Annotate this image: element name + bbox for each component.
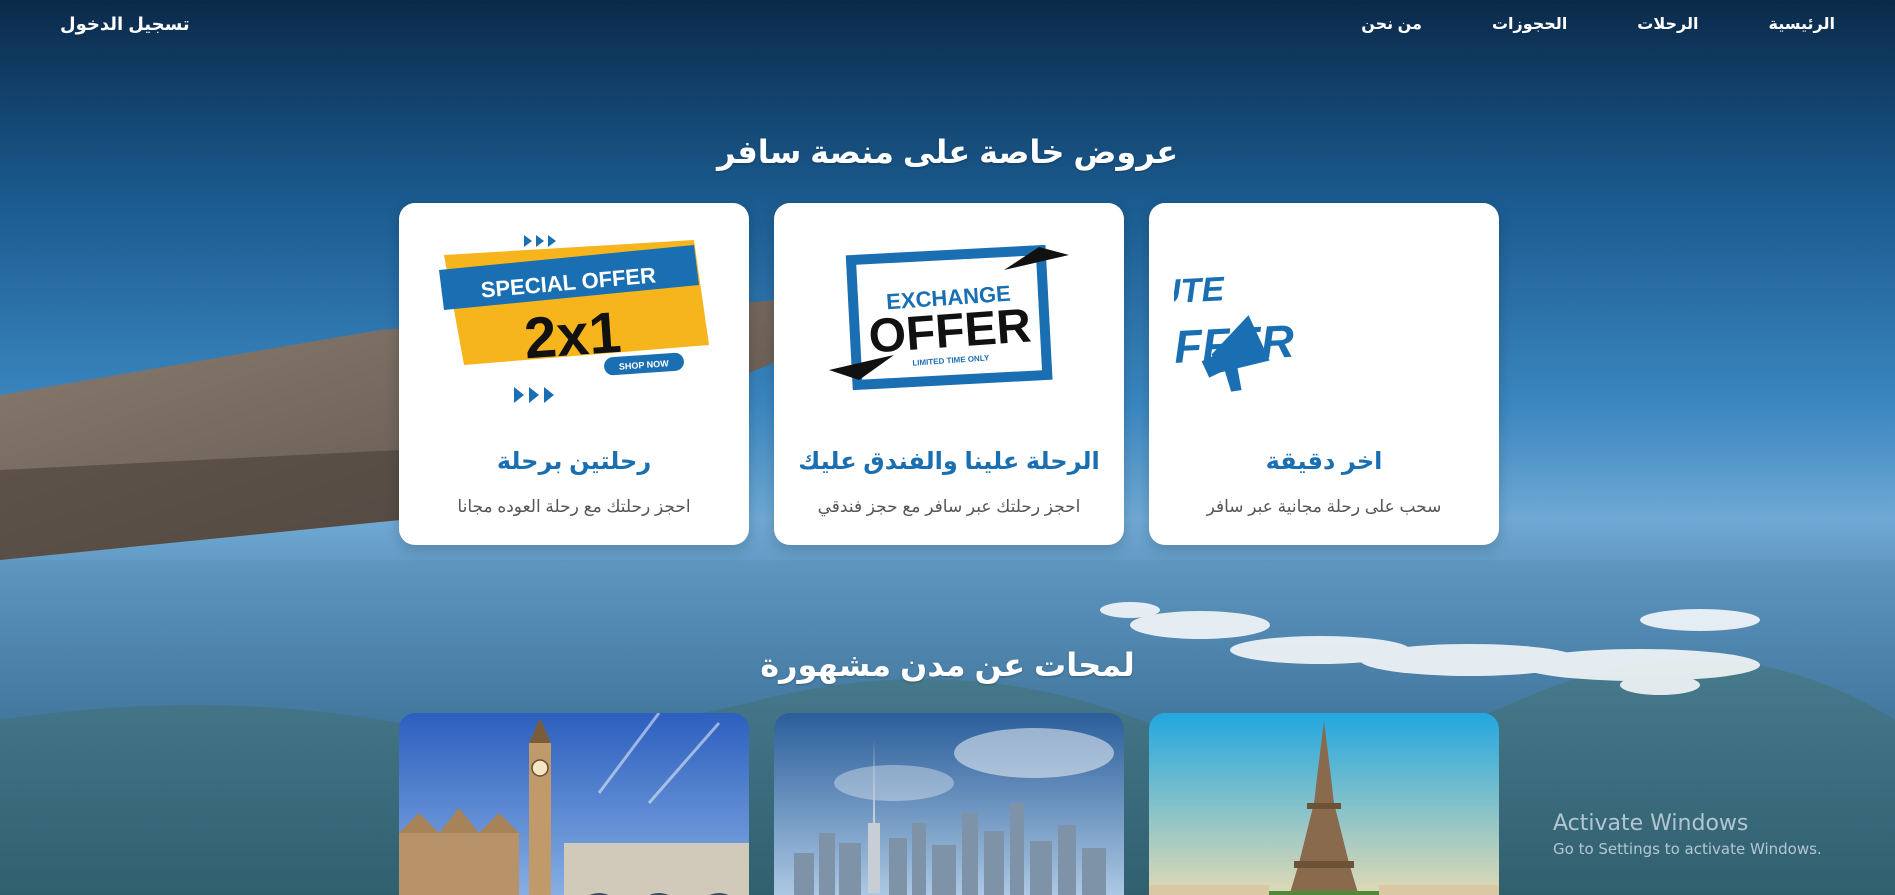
dubai-image [774, 713, 1124, 895]
main-nav: الرئيسية الرحلات الحجوزات من نحن [1361, 14, 1835, 34]
nav-about[interactable]: من نحن [1361, 14, 1422, 34]
cities-section-title: لمحات عن مدن مشهورة [760, 647, 1135, 683]
exchange-offer-image: EXCHANGE OFFER LIMITED TIME ONLY [799, 215, 1099, 415]
offer-card-title: رحلتين برحلة [496, 448, 652, 475]
windows-activation-watermark: Activate Windows Go to Settings to activ… [1553, 811, 1822, 858]
offer-card-exchange[interactable]: EXCHANGE OFFER LIMITED TIME ONLY الرحلة … [774, 203, 1124, 545]
last-minute-offer-image: LAST MINUTE OFFER [1149, 215, 1474, 415]
nav-trips[interactable]: الرحلات [1637, 14, 1698, 34]
city-card-dubai[interactable] [774, 713, 1124, 895]
offer-card-2x1[interactable]: SPECIAL OFFER 2x1 SHOP NOW رحلتين برحلة … [399, 203, 749, 545]
offer-card-title: الرحلة علينا والفندق عليك [798, 448, 1100, 475]
paris-image [1149, 713, 1499, 895]
watermark-subtitle: Go to Settings to activate Windows. [1553, 840, 1822, 858]
city-card-london[interactable] [399, 713, 749, 895]
site-header: الرئيسية الرحلات الحجوزات من نحن تسجيل ا… [0, 0, 1895, 52]
offer-card-description: احجز رحلتك مع رحلة العوده مجانا [457, 497, 691, 516]
watermark-title: Activate Windows [1553, 811, 1749, 836]
offer-card-last-minute[interactable]: LAST MINUTE OFFER اخر دقيقة سحب على رحلة… [1149, 203, 1499, 545]
login-link[interactable]: تسجيل الدخول [60, 14, 190, 35]
cities-section [399, 713, 1499, 895]
city-card-paris[interactable] [1149, 713, 1499, 895]
offer-text: OFFER [867, 299, 1033, 363]
offer-card-title: اخر دقيقة [1265, 448, 1383, 475]
offers-section-title: عروض خاصة على منصة سافر [716, 134, 1179, 170]
offer-card-description: سحب على رحلة مجانية عبر سافر [1206, 497, 1442, 516]
offer-card-description: احجز رحلتك عبر سافر مع حجز فندقي [817, 497, 1081, 516]
offers-section: SPECIAL OFFER 2x1 SHOP NOW رحلتين برحلة … [399, 203, 1499, 545]
nav-bookings[interactable]: الحجوزات [1492, 14, 1567, 34]
nav-home[interactable]: الرئيسية [1769, 14, 1836, 34]
london-image [399, 713, 749, 895]
last-minute-text: LAST MINUTE [1174, 270, 1226, 320]
special-offer-image: SPECIAL OFFER 2x1 SHOP NOW [424, 215, 724, 415]
